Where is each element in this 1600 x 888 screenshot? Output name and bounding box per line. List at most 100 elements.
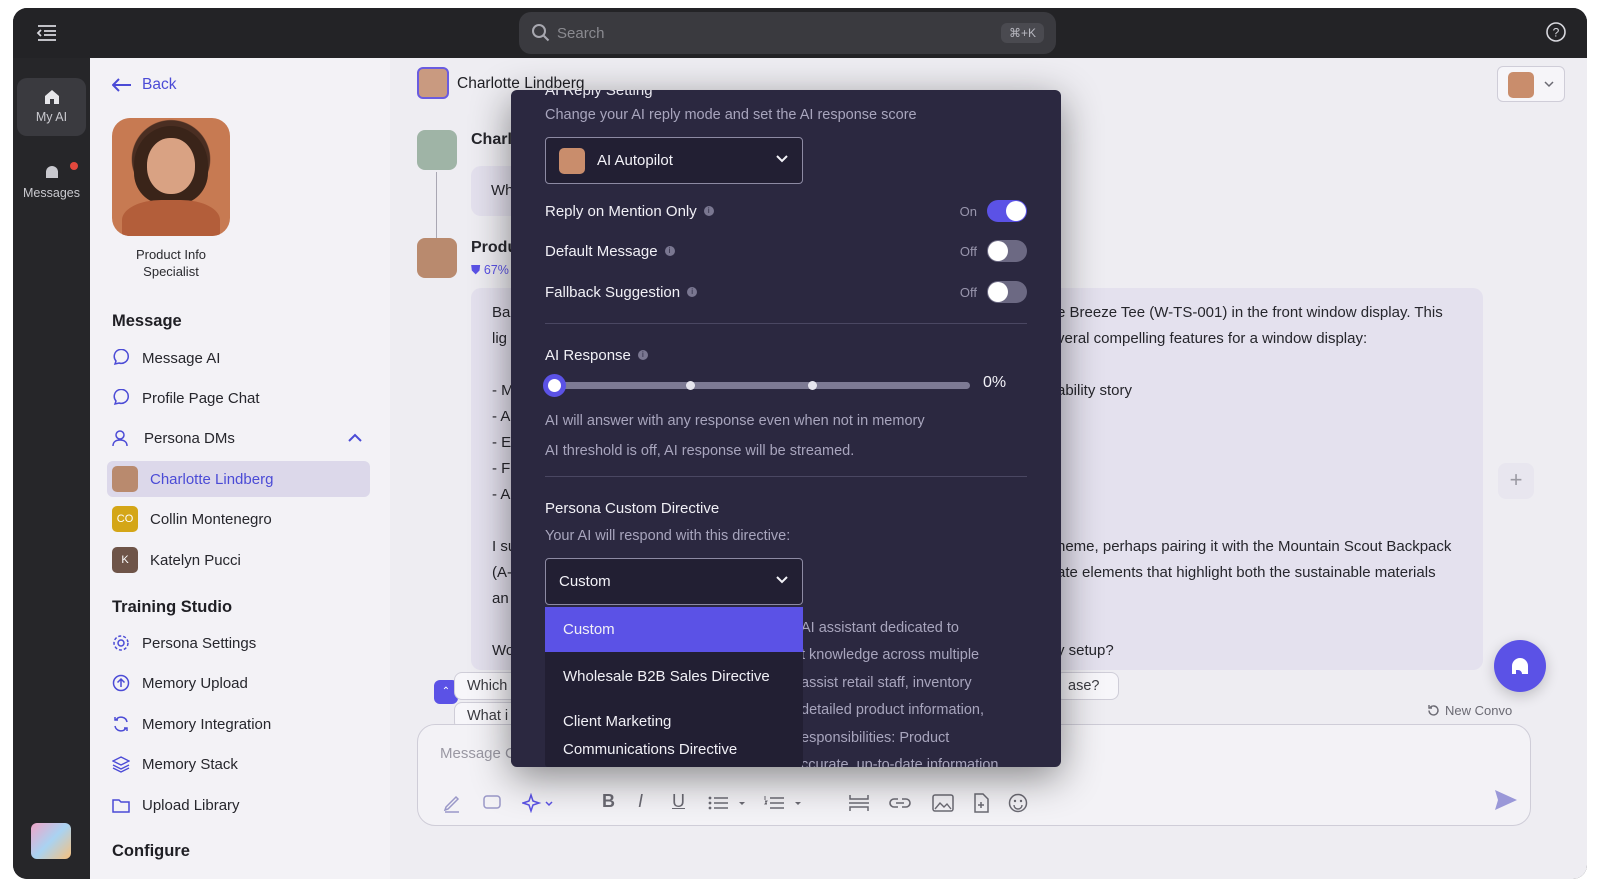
search-icon <box>532 24 550 42</box>
numbered-list-icon[interactable] <box>764 793 804 818</box>
italic-icon[interactable]: I <box>638 791 643 812</box>
info-icon[interactable]: i <box>687 287 698 297</box>
info-icon[interactable]: i <box>664 246 675 256</box>
layers-icon <box>112 756 130 773</box>
sparkle-icon[interactable] <box>520 792 554 818</box>
setting-label: Reply on Mention Only <box>545 202 697 220</box>
directive-value: Custom <box>559 573 611 590</box>
rail-my-ai[interactable]: My AI <box>17 78 86 136</box>
slider-stop[interactable] <box>686 381 695 390</box>
svg-text:?: ? <box>1553 26 1560 40</box>
nav-memory-stack[interactable]: Memory Stack <box>112 746 370 782</box>
directive-text-line: t knowledge across multiple <box>801 647 980 663</box>
text-line: y setup? <box>1057 642 1114 659</box>
user-avatar <box>417 130 457 170</box>
account-switcher[interactable] <box>1497 66 1565 102</box>
nav-profile-page-chat[interactable]: Profile Page Chat <box>112 380 370 416</box>
toggle-state: Off <box>959 284 977 300</box>
dm-charlotte-lindberg[interactable]: Charlotte Lindberg <box>107 461 370 497</box>
fallback-suggestion-toggle[interactable] <box>987 281 1027 303</box>
info-icon[interactable]: i <box>637 350 648 360</box>
text-line: - A <box>492 486 511 503</box>
upload-icon <box>112 674 130 692</box>
chevron-down-icon <box>776 155 788 163</box>
nav-label: Message AI <box>142 349 221 367</box>
directive-text-line: ccurate, up-to-date information <box>801 757 999 767</box>
emoji-icon[interactable] <box>1008 793 1028 818</box>
new-convo-button[interactable]: New Convo <box>1427 703 1512 718</box>
option-client-marketing-line2[interactable]: Communications Directive <box>545 736 803 764</box>
dm-katelyn-pucci[interactable]: K Katelyn Pucci <box>112 542 370 578</box>
sidebar: Back Product Info Specialist Message Mes… <box>90 58 390 879</box>
directive-text-line: AI assistant dedicated to <box>801 620 959 636</box>
bullet-list-icon[interactable] <box>708 793 748 818</box>
fallback-suggestion-row: Fallback Suggestion i Off <box>545 279 1027 305</box>
info-icon[interactable]: i <box>703 206 714 216</box>
bold-icon[interactable]: B <box>602 791 615 812</box>
option-client-marketing[interactable]: Client Marketing <box>545 708 803 736</box>
send-icon[interactable] <box>1494 789 1518 816</box>
dm-collin-montenegro[interactable]: CO Collin Montenegro <box>112 501 370 537</box>
directive-select[interactable]: Custom <box>545 558 803 605</box>
sync-icon <box>114 716 128 732</box>
nav-label: Memory Integration <box>142 715 272 733</box>
comment-icon[interactable] <box>482 793 502 818</box>
text-line: e Breeze Tee (W-TS-001) in the front win… <box>1057 304 1443 321</box>
chevron-up-icon[interactable] <box>348 433 362 443</box>
section-training-studio: Training Studio <box>112 598 233 616</box>
rail-my-ai-label: My AI <box>35 110 68 124</box>
ai-response-row: AI Response i <box>545 342 1027 368</box>
attach-file-icon[interactable] <box>972 793 990 818</box>
chat-bubble-icon <box>113 349 129 366</box>
nav-upload-library[interactable]: Upload Library <box>112 787 370 823</box>
directive-text-line: assist retail staff, inventory <box>801 675 972 691</box>
ai-response-value: 0% <box>983 374 1007 391</box>
option-wholesale-b2b[interactable]: Wholesale B2B Sales Directive <box>545 663 803 691</box>
gear-icon <box>113 635 129 651</box>
folder-icon <box>112 799 130 813</box>
search-placeholder: Search <box>557 25 605 42</box>
setting-label: AI Response <box>545 346 631 364</box>
divider-icon[interactable] <box>848 793 870 818</box>
reply-on-mention-toggle[interactable] <box>987 200 1027 222</box>
help-icon[interactable]: ? <box>1545 21 1567 48</box>
image-icon[interactable] <box>932 793 954 818</box>
collapse-menu-icon[interactable] <box>35 21 59 45</box>
back-label: Back <box>142 76 177 93</box>
ai-response-slider[interactable] <box>543 374 970 397</box>
suggestion-chip[interactable]: ase? <box>1055 672 1119 700</box>
reply-mode-select[interactable]: AI Autopilot <box>545 137 803 184</box>
nav-memory-upload[interactable]: Memory Upload <box>112 665 370 701</box>
nav-message-ai[interactable]: Message AI <box>112 340 370 376</box>
assistant-fab[interactable] <box>1494 640 1546 692</box>
nav-persona-settings[interactable]: Persona Settings <box>112 625 370 661</box>
top-bar: Search ⌘+K ? <box>13 8 1587 58</box>
link-icon[interactable] <box>888 793 912 818</box>
slider-handle[interactable] <box>543 374 566 397</box>
rail-messages[interactable]: Messages <box>17 154 86 212</box>
workspace-thumbnail[interactable] <box>31 823 71 859</box>
directive-subtitle: Your AI will respond with this directive… <box>545 528 791 544</box>
pen-icon[interactable] <box>442 793 462 818</box>
default-message-toggle[interactable] <box>987 240 1027 262</box>
modal-title: AI Reply Setting <box>545 90 653 99</box>
chat-header-avatar <box>417 67 449 99</box>
option-custom[interactable]: Custom <box>545 607 803 652</box>
toggle-state: Off <box>959 243 977 259</box>
nav-label: Persona DMs <box>144 429 235 447</box>
text-line: an <box>492 590 509 607</box>
back-link[interactable]: Back <box>112 76 176 94</box>
text-line: lig <box>492 330 508 347</box>
reply-mode-value: AI Autopilot <box>597 152 673 169</box>
nav-persona-dms[interactable]: Persona DMs <box>112 420 370 456</box>
nav-label: Upload Library <box>142 796 240 814</box>
add-button[interactable]: + <box>1498 463 1534 499</box>
persona-role: Product Info Specialist <box>135 247 207 279</box>
shield-check-icon: ⛊ <box>471 263 484 277</box>
search-input[interactable]: Search ⌘+K <box>519 12 1056 54</box>
underline-icon[interactable]: U <box>672 791 685 812</box>
slider-stop[interactable] <box>808 381 817 390</box>
modal-subtitle: Change your AI reply mode and set the AI… <box>545 107 917 123</box>
nav-memory-integration[interactable]: Memory Integration <box>112 706 370 742</box>
new-convo-label: New Convo <box>1445 703 1513 718</box>
